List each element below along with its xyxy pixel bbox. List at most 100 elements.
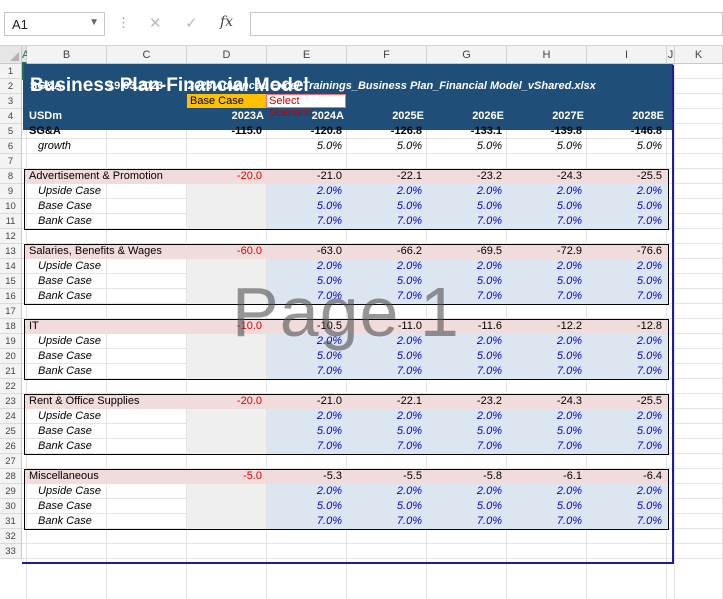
- case-value[interactable]: 2.0%: [587, 259, 662, 274]
- case-value[interactable]: 5.0%: [507, 199, 582, 214]
- row-header-7[interactable]: 7: [0, 154, 22, 169]
- row-header-15[interactable]: 15: [0, 274, 22, 289]
- case-value[interactable]: 7.0%: [427, 364, 502, 379]
- case-value[interactable]: 7.0%: [507, 364, 582, 379]
- case-value[interactable]: 7.0%: [587, 289, 662, 304]
- case-value[interactable]: 7.0%: [507, 439, 582, 454]
- row-header-27[interactable]: 27: [0, 454, 22, 469]
- case-value[interactable]: 5.0%: [267, 424, 342, 439]
- column-header-k[interactable]: K: [675, 46, 723, 64]
- column-header-d[interactable]: D: [187, 46, 267, 64]
- case-value[interactable]: 7.0%: [267, 364, 342, 379]
- row-header-23[interactable]: 23: [0, 394, 22, 409]
- row-header-28[interactable]: 28: [0, 469, 22, 484]
- case-value[interactable]: 2.0%: [587, 409, 662, 424]
- more-options-icon[interactable]: ⋮: [117, 15, 130, 31]
- column-header-h[interactable]: H: [507, 46, 587, 64]
- case-value[interactable]: 7.0%: [587, 364, 662, 379]
- case-value[interactable]: 2.0%: [267, 409, 342, 424]
- row-header-11[interactable]: 11: [0, 214, 22, 229]
- column-header-c[interactable]: C: [107, 46, 187, 64]
- row-header-18[interactable]: 18: [0, 319, 22, 334]
- case-value[interactable]: 7.0%: [347, 364, 422, 379]
- case-value[interactable]: 7.0%: [267, 214, 342, 229]
- case-value[interactable]: 5.0%: [267, 199, 342, 214]
- case-value[interactable]: 7.0%: [507, 214, 582, 229]
- case-value[interactable]: 7.0%: [427, 439, 502, 454]
- column-header-e[interactable]: E: [267, 46, 347, 64]
- name-box[interactable]: A1 ▼: [4, 12, 105, 36]
- case-value[interactable]: 2.0%: [507, 409, 582, 424]
- case-value[interactable]: 2.0%: [507, 184, 582, 199]
- column-header-b[interactable]: B: [27, 46, 107, 64]
- row-header-31[interactable]: 31: [0, 514, 22, 529]
- case-value[interactable]: 7.0%: [347, 214, 422, 229]
- select-scenario-label[interactable]: Select Scenario: [266, 94, 346, 119]
- row-header-12[interactable]: 12: [0, 229, 22, 244]
- formula-input[interactable]: [250, 12, 723, 36]
- row-header-33[interactable]: 33: [0, 544, 22, 559]
- column-header-i[interactable]: I: [587, 46, 667, 64]
- case-value[interactable]: 2.0%: [427, 184, 502, 199]
- case-value[interactable]: 2.0%: [347, 409, 422, 424]
- row-header-13[interactable]: 13: [0, 244, 22, 259]
- row-header-30[interactable]: 30: [0, 499, 22, 514]
- column-header-g[interactable]: G: [427, 46, 507, 64]
- case-value[interactable]: 2.0%: [587, 484, 662, 499]
- case-value[interactable]: 5.0%: [587, 199, 662, 214]
- case-value[interactable]: 2.0%: [347, 484, 422, 499]
- case-value[interactable]: 7.0%: [587, 514, 662, 529]
- case-value[interactable]: 2.0%: [427, 409, 502, 424]
- column-header-f[interactable]: F: [347, 46, 427, 64]
- case-value[interactable]: 5.0%: [427, 424, 502, 439]
- row-header-20[interactable]: 20: [0, 349, 22, 364]
- row-header-24[interactable]: 24: [0, 409, 22, 424]
- case-value[interactable]: 5.0%: [347, 424, 422, 439]
- row-header-3[interactable]: 3: [0, 94, 22, 109]
- case-value[interactable]: 7.0%: [587, 439, 662, 454]
- row-header-22[interactable]: 22: [0, 379, 22, 394]
- case-value[interactable]: 5.0%: [587, 349, 662, 364]
- case-value[interactable]: 7.0%: [267, 439, 342, 454]
- case-value[interactable]: 2.0%: [347, 184, 422, 199]
- case-value[interactable]: 5.0%: [267, 499, 342, 514]
- row-header-10[interactable]: 10: [0, 199, 22, 214]
- row-header-9[interactable]: 9: [0, 184, 22, 199]
- case-value[interactable]: 2.0%: [507, 259, 582, 274]
- insert-function-icon[interactable]: fx: [220, 14, 233, 30]
- row-header-4[interactable]: 4: [0, 109, 22, 124]
- case-value[interactable]: 5.0%: [507, 499, 582, 514]
- case-value[interactable]: 7.0%: [507, 289, 582, 304]
- case-value[interactable]: 5.0%: [587, 499, 662, 514]
- column-header-j[interactable]: J: [667, 46, 675, 64]
- row-header-21[interactable]: 21: [0, 364, 22, 379]
- row-header-29[interactable]: 29: [0, 484, 22, 499]
- row-header-17[interactable]: 17: [0, 304, 22, 319]
- case-value[interactable]: 7.0%: [347, 514, 422, 529]
- case-value[interactable]: 2.0%: [507, 484, 582, 499]
- row-header-14[interactable]: 14: [0, 259, 22, 274]
- row-header-25[interactable]: 25: [0, 424, 22, 439]
- case-value[interactable]: 5.0%: [347, 499, 422, 514]
- row-header-1[interactable]: 1: [0, 64, 22, 79]
- case-value[interactable]: 2.0%: [427, 484, 502, 499]
- row-header-5[interactable]: 5: [0, 124, 22, 139]
- case-value[interactable]: 2.0%: [587, 184, 662, 199]
- enter-icon[interactable]: ✓: [185, 14, 198, 32]
- row-header-19[interactable]: 19: [0, 334, 22, 349]
- case-value[interactable]: 7.0%: [427, 514, 502, 529]
- case-value[interactable]: 5.0%: [427, 199, 502, 214]
- row-header-26[interactable]: 26: [0, 439, 22, 454]
- case-value[interactable]: 5.0%: [427, 499, 502, 514]
- chevron-down-icon[interactable]: ▼: [89, 17, 99, 28]
- case-value[interactable]: 5.0%: [347, 199, 422, 214]
- case-value[interactable]: 5.0%: [587, 274, 662, 289]
- cancel-icon[interactable]: ✕: [149, 14, 162, 32]
- case-value[interactable]: 5.0%: [587, 424, 662, 439]
- case-value[interactable]: 2.0%: [267, 484, 342, 499]
- row-header-32[interactable]: 32: [0, 529, 22, 544]
- case-value[interactable]: 5.0%: [507, 349, 582, 364]
- case-value[interactable]: 7.0%: [347, 439, 422, 454]
- case-value[interactable]: 5.0%: [507, 274, 582, 289]
- case-value[interactable]: 5.0%: [507, 424, 582, 439]
